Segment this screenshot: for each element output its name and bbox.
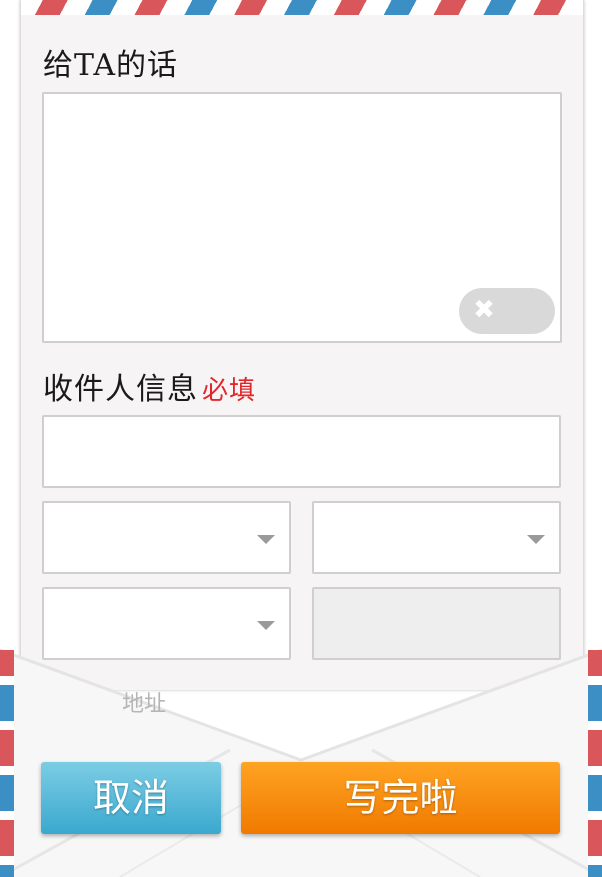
airmail-stripe <box>21 0 583 15</box>
chevron-down-icon <box>527 535 545 544</box>
cancel-button[interactable]: 取消 <box>41 762 221 834</box>
recipient-name-input[interactable] <box>42 415 561 488</box>
chevron-down-icon <box>257 621 275 630</box>
close-icon: ✖ <box>473 295 495 325</box>
address-hint: 地址 <box>122 692 167 717</box>
recipient-section-title: 收件人信息 必填 <box>43 364 256 408</box>
letter-card: 给TA的话 ✖ 收件人信息 必填 <box>20 0 584 690</box>
city-select[interactable] <box>312 501 561 574</box>
chevron-down-icon <box>257 535 275 544</box>
message-section-title: 给TA的话 <box>43 40 178 84</box>
recipient-title-label: 收件人信息 <box>43 372 198 407</box>
done-button[interactable]: 写完啦 <box>241 762 560 834</box>
province-select[interactable] <box>42 501 291 574</box>
clear-toggle[interactable]: ✖ <box>459 288 555 334</box>
envelope <box>0 640 602 877</box>
required-label: 必填 <box>202 376 257 406</box>
message-title-label: 给TA的话 <box>43 48 179 83</box>
envelope-graphic <box>0 648 602 877</box>
